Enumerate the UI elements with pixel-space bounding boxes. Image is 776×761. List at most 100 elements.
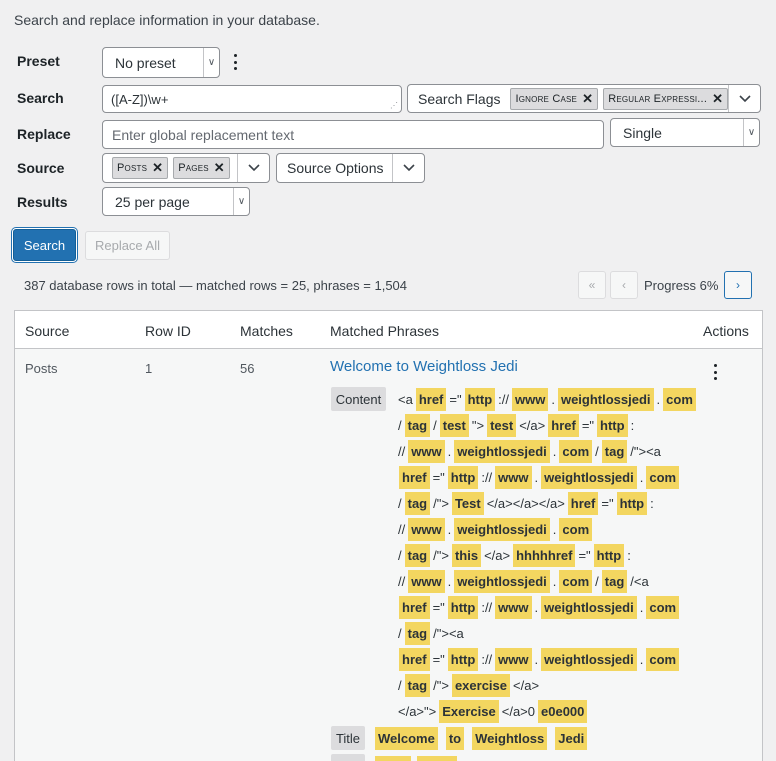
highlight-phrase[interactable]: weightlossjedi [541,465,637,489]
highlight-phrase[interactable]: hhhhhref [513,543,576,567]
plain-text: / [398,495,402,511]
highlight-phrase[interactable]: www [408,517,445,541]
highlight-phrase[interactable]: http [616,491,648,515]
next-page-button[interactable]: › [724,271,752,299]
plain-text: /"> [433,495,449,511]
highlight-phrase[interactable]: e0e000 [538,699,588,723]
replace-mode-value: Single [623,124,662,141]
plain-text: . [534,469,539,485]
prev-page-button[interactable]: ‹ [610,271,638,299]
highlight-phrase[interactable]: weightlossjedi [541,595,637,619]
row-source: Posts [25,361,58,376]
highlight-phrase[interactable]: weightlossjedi [454,439,550,463]
highlight-phrase[interactable]: href [399,595,430,619]
source-label: Source [17,160,65,176]
highlight-phrase[interactable]: tag [601,439,628,463]
row-title-link[interactable]: Welcome to Weightloss Jedi [330,358,518,375]
replace-mode-select[interactable]: Single ∨ [610,118,760,147]
highlight-phrase[interactable]: exercise [451,673,511,697]
row-actions-menu-icon[interactable] [712,364,718,380]
content-match-line: </a>"> Exercise </a>0 e0e000 [397,699,589,723]
highlight-phrase[interactable]: test [439,413,469,437]
results-per-page-select[interactable]: 25 per page ∨ [102,187,250,216]
column-header-matched-phrases: Matched Phrases [330,323,439,339]
highlight-phrase[interactable]: href [548,413,579,437]
plain-text: =" [601,495,614,511]
highlight-phrase[interactable]: www [512,387,549,411]
highlight-phrase[interactable]: href [415,387,447,411]
highlight-phrase[interactable]: www [495,465,532,489]
highlight-phrase[interactable]: http [593,543,625,567]
highlight-phrase[interactable]: http [597,413,628,437]
source-options-select[interactable]: Source Options [276,153,425,183]
replace-input[interactable]: Enter global replacement text [102,120,604,149]
plain-text: // [398,573,406,589]
chevron-down-icon: ∨ [233,188,249,215]
highlight-phrase[interactable]: Exercise [439,699,499,723]
highlight-phrase[interactable]: tag [404,413,431,437]
highlight-phrase[interactable]: this [451,543,482,567]
close-icon[interactable]: ✕ [582,91,593,107]
resize-handle-icon[interactable]: ⋰ [390,101,398,110]
search-input[interactable]: ([A-Z])\w+ ⋰ [102,85,402,113]
plain-text: . [447,521,452,537]
highlight-phrase[interactable]: www [408,569,445,593]
close-icon[interactable]: ✕ [152,160,163,176]
highlight-phrase[interactable]: Weightloss [472,726,548,750]
replace-label: Replace [17,126,71,142]
row-matches: 56 [240,361,255,376]
search-flags-select[interactable]: Search Flags Ignore Case ✕ Regular Expres… [407,84,761,113]
highlight-phrase[interactable]: tag [404,543,431,567]
highlight-phrase[interactable]: weightlossjedi [454,517,550,541]
highlight-phrase[interactable]: test [487,413,517,437]
chevron-down-icon[interactable] [392,154,424,182]
plain-text: :// [481,599,493,615]
first-page-button[interactable]: « [578,271,606,299]
preset-value: No preset [115,54,176,71]
highlight-phrase[interactable]: href [567,491,599,515]
highlight-phrase[interactable]: www [495,595,532,619]
highlight-phrase[interactable]: http [447,595,479,619]
plain-text: . [552,573,557,589]
highlight-phrase[interactable]: com [646,595,680,619]
preset-menu-icon[interactable] [232,54,238,70]
highlight-phrase[interactable]: Welcome [375,726,438,750]
highlight-phrase[interactable]: href [399,647,430,671]
preset-select[interactable]: No preset ∨ [102,47,220,78]
highlight-phrase[interactable]: weightlossjedi [454,569,550,593]
highlight-phrase[interactable]: tag [601,569,628,593]
source-select[interactable]: Posts ✕ Pages ✕ [102,153,270,183]
highlight-phrase[interactable]: com [559,569,593,593]
close-icon[interactable]: ✕ [214,160,225,176]
highlight-phrase[interactable]: http [447,647,479,671]
search-button[interactable]: Search [13,229,76,261]
chevron-down-icon[interactable] [237,154,269,182]
highlight-phrase[interactable]: com [559,517,593,541]
highlight-phrase[interactable]: href [399,465,430,489]
highlight-phrase[interactable]: http [447,465,479,489]
plain-text: . [639,651,644,667]
highlight-phrase[interactable]: tag [404,673,431,697]
chevron-down-icon[interactable] [728,85,760,112]
highlight-phrase[interactable]: Test [451,491,484,515]
highlight-phrase[interactable]: tag [404,621,431,645]
highlight-phrase[interactable]: http [464,387,496,411]
highlight-phrase[interactable]: com [559,439,593,463]
highlight-phrase[interactable]: com [663,387,696,411]
highlight-phrase[interactable]: Jedi [555,726,588,750]
content-match-line: <a href =" http://www. weightlossjedi. com [397,387,698,411]
highlight-phrase[interactable]: www [495,647,532,671]
results-table: Source Row ID Matches Matched Phrases Ac… [14,310,763,761]
highlight-phrase[interactable]: www [408,439,445,463]
highlight-phrase[interactable]: tag [404,491,431,515]
column-header-matches: Matches [240,323,293,339]
highlight-phrase[interactable]: weightlossjedi [557,387,654,411]
plain-text: . [552,521,557,537]
highlight-phrase[interactable]: com [646,647,680,671]
replace-all-button[interactable]: Replace All [85,231,170,260]
highlight-phrase[interactable]: weightlossjedi [541,647,637,671]
column-header-source: Source [25,323,70,339]
highlight-phrase[interactable]: to [445,726,465,750]
highlight-phrase[interactable]: com [646,465,680,489]
close-icon[interactable]: ✕ [712,91,723,107]
